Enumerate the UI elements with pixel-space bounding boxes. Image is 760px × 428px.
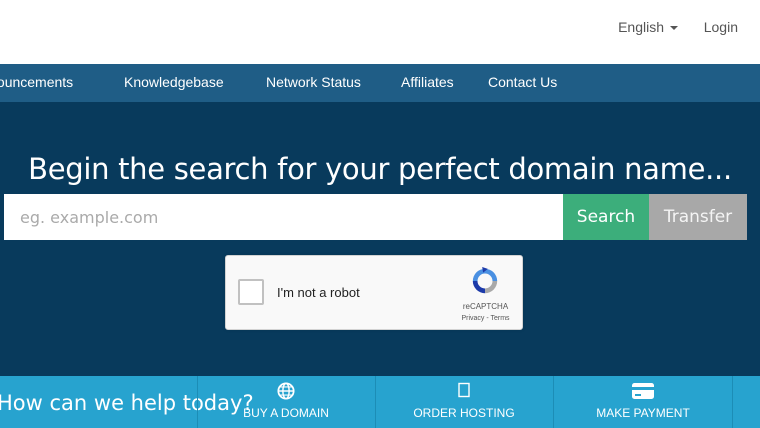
recaptcha-logo-icon [472, 266, 498, 294]
nav-item-knowledgebase[interactable]: Knowledgebase [124, 74, 224, 90]
quick-actions-bar: How can we help today? BUY A DOMAIN ORDE… [0, 376, 760, 428]
recaptcha-label: I'm not a robot [277, 285, 360, 300]
box-icon [458, 382, 470, 398]
search-button[interactable]: Search [563, 194, 649, 240]
language-label: English [618, 19, 664, 35]
buy-domain-button[interactable]: BUY A DOMAIN [198, 376, 374, 428]
recaptcha-widget: I'm not a robot reCAPTCHA Privacy - Term… [225, 255, 523, 330]
globe-icon [277, 382, 295, 400]
divider [732, 376, 733, 428]
domain-search-input[interactable] [4, 194, 563, 240]
top-bar: English Login [0, 0, 760, 64]
make-payment-label: MAKE PAYMENT [596, 406, 690, 420]
credit-card-icon [632, 383, 654, 399]
recaptcha-privacy-terms[interactable]: Privacy - Terms [448, 315, 523, 322]
make-payment-button[interactable]: MAKE PAYMENT [554, 376, 732, 428]
nav-item-affiliates[interactable]: Affiliates [401, 74, 454, 90]
recaptcha-checkbox[interactable] [238, 279, 264, 305]
nav-item-network-status[interactable]: Network Status [266, 74, 361, 90]
caret-down-icon [670, 26, 678, 31]
language-selector[interactable]: English [618, 19, 678, 35]
buy-domain-label: BUY A DOMAIN [243, 406, 329, 420]
order-hosting-button[interactable]: ORDER HOSTING [376, 376, 552, 428]
recaptcha-brand: reCAPTCHA [462, 302, 509, 311]
nav-item-contact-us[interactable]: Contact Us [488, 74, 557, 90]
nav-item-announcements[interactable]: Announcements [0, 74, 73, 90]
order-hosting-label: ORDER HOSTING [413, 406, 515, 420]
domain-search-hero: Begin the search for your perfect domain… [0, 102, 760, 376]
transfer-button[interactable]: Transfer [649, 194, 747, 240]
hero-title: Begin the search for your perfect domain… [28, 152, 732, 186]
main-nav: Announcements Knowledgebase Network Stat… [0, 64, 760, 102]
login-link[interactable]: Login [704, 19, 738, 35]
